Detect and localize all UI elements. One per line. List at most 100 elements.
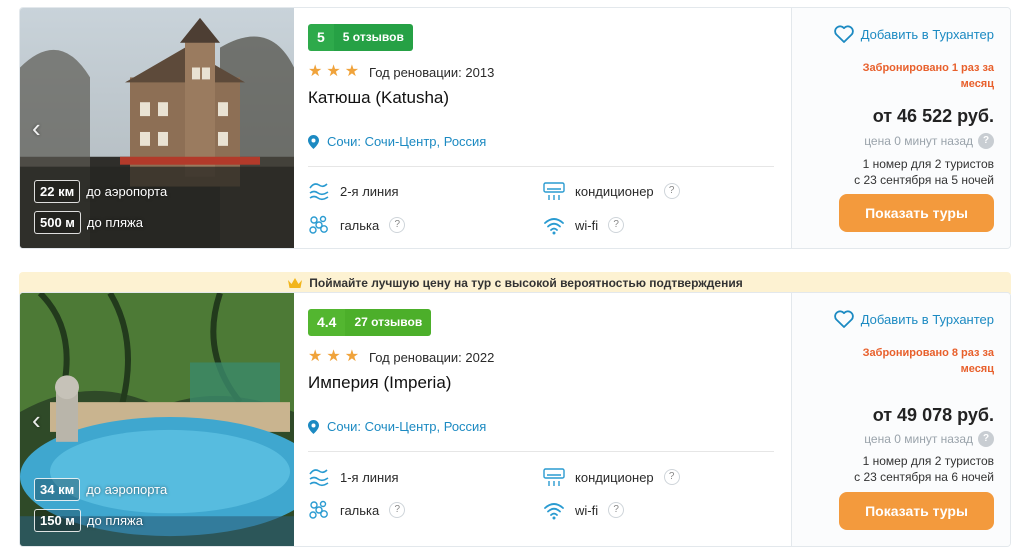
distance-beach: 150 м до пляжа	[34, 509, 143, 532]
feature-wifi: wi-fi ?	[543, 214, 625, 236]
rating-badge[interactable]: 4.4 27 отзывов	[308, 309, 432, 336]
add-to-favorites-label: Добавить в Турхантер	[860, 26, 994, 42]
feature-wifi-text: wi-fi	[575, 502, 599, 518]
help-icon[interactable]: ?	[978, 133, 994, 149]
stars-row: ★ ★ ★ Год реновации: 2013	[308, 64, 494, 80]
reviews-count: 27 отзывов	[345, 309, 432, 336]
hotel-info: 5 5 отзывов ★ ★ ★ Год реновации: 2013 Ка…	[308, 8, 774, 248]
rating-badge[interactable]: 5 5 отзывов	[308, 24, 413, 51]
divider	[308, 166, 774, 167]
price-updated-text: цена 0 минут назад	[864, 432, 973, 446]
booked-count: Забронировано 1 раз за месяц	[862, 62, 994, 90]
distance-airport: 22 км до аэропорта	[34, 180, 167, 203]
feature-beach-text: галька	[340, 217, 380, 233]
distance-beach: 500 м до пляжа	[34, 211, 143, 234]
best-price-banner: Поймайте лучшую цену на тур с высокой ве…	[19, 272, 1011, 294]
hotel-name[interactable]: Империя (Imperia)	[308, 373, 451, 393]
distance-airport: 34 км до аэропорта	[34, 478, 167, 501]
wifi-icon	[544, 503, 564, 520]
tour-dates: с 23 сентября на 6 ночей	[854, 470, 994, 484]
hotel-location[interactable]: Сочи: Сочи-Центр, Россия	[308, 419, 486, 434]
distance-beach-label: до пляжа	[86, 215, 143, 230]
star-icon: ★	[344, 63, 360, 80]
hotel-photo[interactable]: ‹ › 34 км до аэропорта 150 м до пляжа	[20, 293, 294, 546]
star-icon: ★	[308, 63, 323, 80]
feature-wifi-text: wi-fi	[575, 217, 599, 233]
help-icon[interactable]: ?	[389, 217, 406, 233]
help-icon[interactable]: ?	[608, 502, 625, 518]
hotel-card: ‹ › 22 км до аэропорта 500 м до пляжа 5 …	[19, 7, 1011, 249]
feature-ac: кондиционер ?	[543, 466, 680, 488]
price-updated: цена 0 минут назад ?	[864, 133, 994, 149]
feature-beach-text: галька	[340, 502, 380, 518]
feature-line: 1-я линия	[308, 466, 399, 488]
price-panel: Добавить в Турхантер Забронировано 1 раз…	[791, 8, 1010, 248]
feature-ac-text: кондиционер	[575, 183, 654, 199]
air-conditioner-icon	[543, 182, 565, 200]
booked-count: Забронировано 8 раз за месяц	[862, 347, 994, 375]
feature-wifi: wi-fi ?	[543, 499, 625, 521]
reviews-count: 5 отзывов	[333, 24, 413, 51]
distance-airport-value: 34 км	[34, 478, 81, 501]
distance-airport-label: до аэропорта	[86, 184, 168, 199]
location-text: Сочи: Сочи-Центр, Россия	[327, 134, 487, 149]
feature-ac-text: кондиционер	[575, 469, 654, 485]
sea-line-icon	[309, 469, 329, 487]
help-icon[interactable]: ?	[978, 431, 994, 447]
tour-dates: с 23 сентября на 5 ночей	[854, 173, 994, 187]
best-price-banner-text: Поймайте лучшую цену на тур с высокой ве…	[309, 276, 743, 290]
distance-beach-label: до пляжа	[86, 513, 143, 528]
show-tours-button[interactable]: Показать туры	[839, 492, 994, 530]
distance-airport-label: до аэропорта	[86, 482, 168, 497]
divider	[308, 451, 774, 452]
help-icon[interactable]: ?	[608, 217, 625, 233]
star-icon: ★	[326, 63, 341, 80]
renovation-year: Год реновации: 2013	[369, 64, 495, 80]
tour-rooms: 1 номер для 2 туристов	[862, 157, 994, 171]
heart-icon	[833, 310, 854, 328]
help-icon[interactable]: ?	[663, 183, 680, 199]
distance-beach-value: 500 м	[34, 211, 81, 234]
help-icon[interactable]: ?	[663, 469, 680, 485]
rating-score: 4.4	[308, 309, 346, 336]
location-pin-icon	[308, 134, 319, 149]
feature-beach: галька ?	[308, 214, 406, 236]
price: от 49 078 руб.	[872, 405, 994, 425]
distance-beach-value: 150 м	[34, 509, 81, 532]
feature-line: 2-я линия	[308, 180, 399, 202]
show-tours-button[interactable]: Показать туры	[839, 194, 994, 232]
star-icon: ★	[326, 348, 341, 365]
pebble-beach-icon	[309, 215, 328, 234]
hotel-info: 4.4 27 отзывов ★ ★ ★ Год реновации: 2022…	[308, 293, 774, 546]
feature-beach: галька ?	[308, 499, 406, 521]
price-updated-text: цена 0 минут назад	[864, 134, 973, 148]
add-to-favorites[interactable]: Добавить в Турхантер	[833, 310, 994, 328]
add-to-favorites[interactable]: Добавить в Турхантер	[833, 25, 994, 43]
help-icon[interactable]: ?	[389, 502, 406, 518]
stars-row: ★ ★ ★ Год реновации: 2022	[308, 349, 494, 365]
price: от 46 522 руб.	[872, 106, 994, 126]
tour-rooms: 1 номер для 2 туристов	[862, 454, 994, 468]
renovation-year: Год реновации: 2022	[369, 349, 495, 365]
star-icon: ★	[308, 348, 323, 365]
crown-icon	[288, 278, 303, 288]
pebble-beach-icon	[309, 500, 328, 519]
location-pin-icon	[308, 419, 319, 434]
price-panel: Добавить в Турхантер Забронировано 8 раз…	[791, 293, 1010, 546]
hotel-location[interactable]: Сочи: Сочи-Центр, Россия	[308, 134, 486, 149]
sea-line-icon	[309, 183, 329, 201]
star-icon: ★	[344, 348, 360, 365]
photo-prev-arrow-icon[interactable]: ‹	[32, 115, 41, 141]
photo-prev-arrow-icon[interactable]: ‹	[32, 407, 41, 433]
hotel-name[interactable]: Катюша (Katusha)	[308, 88, 449, 108]
heart-icon	[833, 25, 854, 43]
air-conditioner-icon	[543, 468, 565, 486]
hotel-photo[interactable]: ‹ › 22 км до аэропорта 500 м до пляжа	[20, 8, 294, 248]
feature-line-text: 1-я линия	[340, 469, 399, 485]
price-updated: цена 0 минут назад ?	[864, 431, 994, 447]
tour-details: 1 номер для 2 туристов с 23 сентября на …	[854, 156, 994, 188]
wifi-icon	[544, 218, 564, 235]
rating-score: 5	[308, 24, 334, 51]
add-to-favorites-label: Добавить в Турхантер	[860, 311, 994, 327]
distance-airport-value: 22 км	[34, 180, 81, 203]
